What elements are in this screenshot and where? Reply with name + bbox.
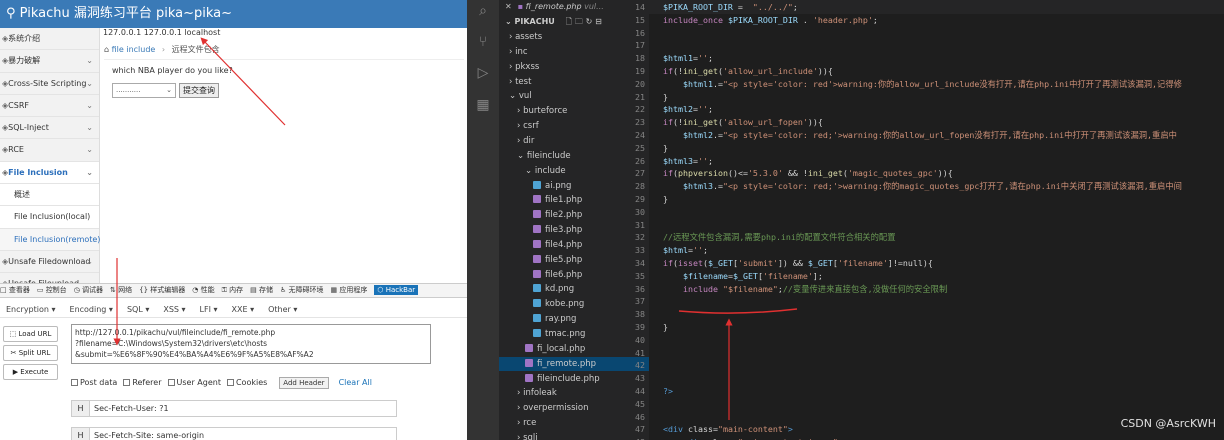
tree-item-label: › dir [517,135,535,146]
annotation-arrows [113,37,286,346]
tree-item-label: fileinclude.php [537,373,600,384]
tree-item-label: › inc [509,46,528,57]
php-file-icon [525,358,533,367]
vscode-window: ⌕ ⑂ ▷ ▦ ✕ ▪ fi_remote.php vul... ⌄ PIKACH… [467,0,1224,440]
search-icon[interactable]: ⌕ [474,2,492,20]
php-file-icon [533,269,541,278]
php-file-icon [533,210,541,219]
tree-item-label: › infoleak [517,388,557,399]
watermark: CSDN @AsrcKWH [1120,417,1216,430]
tree-item-label: ray.png [545,314,577,325]
image-file-icon [533,314,541,323]
tree-item-label: › assets [509,32,543,42]
open-file-path: vul... [584,2,604,11]
chevron-down-icon: ⌄ [505,17,515,26]
arrow-to-hosts-output [200,37,286,126]
tree-item-label: file6.php [545,269,583,280]
tree-item-label: ⌄ include [525,165,566,176]
tree-item-label: kd.png [545,284,575,295]
tree-item-label: › sqli [517,432,538,440]
tree-item-label: › test [509,76,532,87]
tree-item-label: ⌄ fileinclude [517,150,571,161]
tree-item-label: › overpermission [517,403,589,414]
close-icon[interactable]: ✕ [505,2,512,11]
tree-item-label: file3.php [545,225,583,236]
new-folder-icon[interactable]: 🗀 [575,17,583,26]
open-file-name: fi_remote.php [525,2,582,11]
tree-item-label: ⌄ vul [509,91,532,102]
tree-item-label: › pkxss [509,61,540,72]
image-file-icon [533,299,541,308]
activity-bar: ⌕ ⑂ ▷ ▦ [467,0,499,440]
extensions-icon[interactable]: ▦ [474,96,492,114]
tree-item-label: file1.php [545,195,583,206]
tree-item-label: file5.php [545,254,583,265]
php-file-icon [525,343,533,352]
php-file-icon: ▪ [517,2,526,11]
explorer-root-label: PIKACHU [514,17,555,26]
refresh-icon[interactable]: ↻ [586,17,593,26]
tree-item-label: › csrf [517,121,539,132]
new-file-icon[interactable]: 🗋 [566,17,572,26]
tree-item-label: › burteforce [517,106,568,117]
run-debug-icon[interactable]: ▷ [474,64,492,82]
browser-pane: ⚲ Pikachu 漏洞练习平台 pika~pika~ ◈系统介绍 ◈暴力破解 ⌄ ◈… [0,0,467,440]
php-file-icon [533,254,541,263]
code-annotation [678,308,798,420]
tree-item-label: file2.php [545,210,583,221]
source-control-icon[interactable]: ⑂ [474,33,492,51]
php-file-icon [533,225,541,234]
underline-mark [678,308,798,314]
php-file-icon [525,373,533,382]
tree-item-label: fi_remote.php [537,358,597,369]
explorer-root[interactable]: ⌄ PIKACHU 🗋 🗀 ↻ ⊟ [505,16,602,30]
collapse-icon[interactable]: ⊟ [595,17,602,26]
image-file-icon [533,180,541,189]
image-file-icon [533,284,541,293]
tree-item-label: file4.php [545,239,583,250]
tree-item-label: kobe.png [545,299,585,310]
tree-item-label: fi_local.php [537,343,586,354]
tree-item-label: tmac.png [545,329,586,339]
image-file-icon [533,329,541,337]
tree-item-label: › rce [517,418,537,429]
php-file-icon [533,239,541,248]
php-file-icon [533,195,541,204]
tree-item-label: ai.png [545,180,572,191]
